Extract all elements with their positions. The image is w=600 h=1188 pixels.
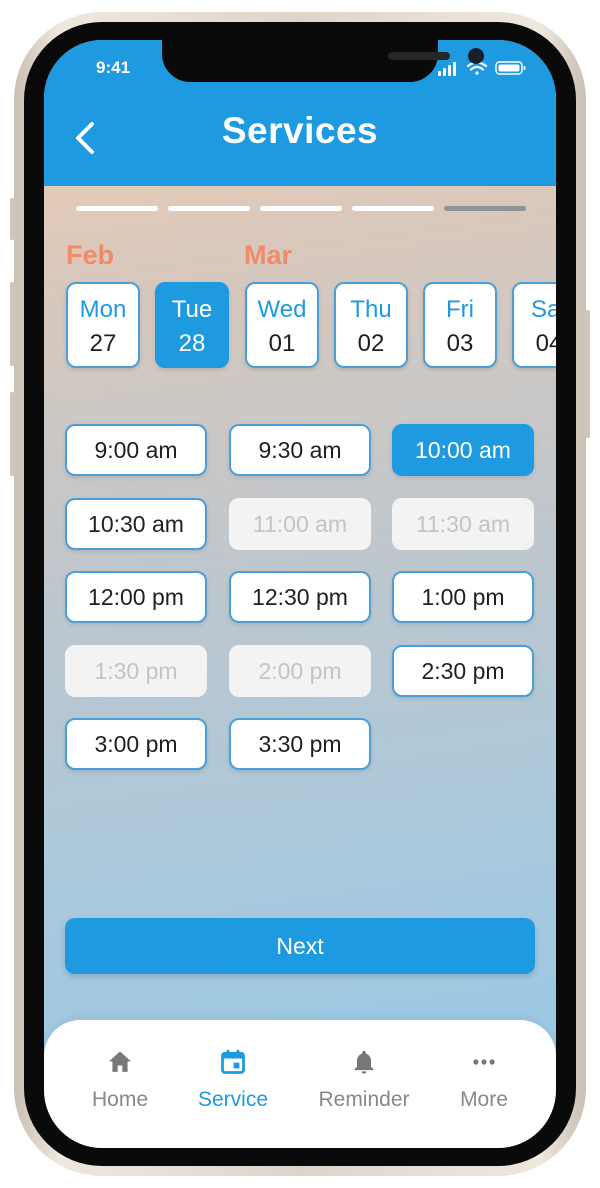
date-chip-mon-27[interactable]: Mon 27 — [66, 282, 140, 368]
date-chip-sat-04[interactable]: Sat 04 — [512, 282, 556, 368]
date-day-label: Thu — [350, 296, 392, 323]
progress-step-2 — [168, 206, 250, 211]
time-slot-1430[interactable]: 2:30 pm — [392, 645, 534, 697]
status-icons — [438, 61, 526, 76]
speaker-grille — [388, 52, 450, 60]
time-slot-0930[interactable]: 9:30 am — [229, 424, 371, 476]
time-slot-1130: 11:30 am — [392, 498, 534, 550]
date-day-label: Tue — [171, 296, 213, 323]
date-number: 01 — [268, 330, 296, 357]
date-chip-wed-01[interactable]: Wed 01 — [245, 282, 319, 368]
silent-switch — [10, 198, 16, 240]
next-button[interactable]: Next — [65, 918, 535, 974]
date-day-label: Sat — [530, 296, 556, 323]
time-slot-1200[interactable]: 12:00 pm — [65, 571, 207, 623]
signal-icon — [438, 62, 456, 76]
battery-icon — [495, 61, 526, 75]
progress-step-4 — [352, 206, 434, 211]
month-label-feb: Feb — [66, 240, 115, 270]
volume-up-button — [10, 282, 16, 366]
nav-item-service[interactable]: Service — [178, 1044, 288, 1124]
progress-step-1 — [76, 206, 158, 211]
step-progress — [76, 206, 526, 212]
nav-item-home[interactable]: Home — [65, 1044, 175, 1124]
date-number: 27 — [89, 330, 117, 357]
bottom-nav: Home Service Reminder More — [44, 1020, 556, 1148]
front-camera — [468, 48, 484, 64]
wifi-icon — [466, 61, 488, 75]
status-time: 9:41 — [96, 58, 131, 77]
date-chip-tue-28[interactable]: Tue 28 — [155, 282, 229, 368]
more-horizontal-icon — [473, 1059, 495, 1065]
progress-step-5 — [444, 206, 526, 211]
date-number: 02 — [357, 330, 385, 357]
progress-step-3 — [260, 206, 342, 211]
date-day-label: Fri — [446, 296, 474, 323]
date-number: 28 — [178, 330, 206, 357]
month-label-mar: Mar — [244, 240, 293, 270]
nav-item-more[interactable]: More — [429, 1044, 539, 1124]
date-chip-fri-03[interactable]: Fri 03 — [423, 282, 497, 368]
volume-down-button — [10, 392, 16, 476]
home-icon — [108, 1051, 132, 1072]
time-slot-1230[interactable]: 12:30 pm — [229, 571, 371, 623]
date-chip-thu-02[interactable]: Thu 02 — [334, 282, 408, 368]
time-slot-1530[interactable]: 3:30 pm — [229, 718, 371, 770]
power-button — [584, 310, 590, 438]
time-slot-0900[interactable]: 9:00 am — [65, 424, 207, 476]
app-screen: 9:41 Services Feb Mar Mon 27 Tue 28 Wed … — [44, 40, 556, 1148]
page-title: Services — [221, 110, 379, 151]
time-slot-1100: 11:00 am — [229, 498, 371, 550]
calendar-icon — [221, 1049, 245, 1074]
nav-label: Service — [197, 1088, 269, 1111]
date-number: 04 — [535, 330, 556, 357]
time-slot-1030[interactable]: 10:30 am — [65, 498, 207, 550]
nav-item-reminder[interactable]: Reminder — [309, 1044, 419, 1124]
notch — [162, 40, 484, 82]
bell-icon — [354, 1050, 374, 1074]
nav-label: More — [460, 1088, 508, 1111]
date-number: 03 — [446, 330, 474, 357]
time-slot-1330: 1:30 pm — [65, 645, 207, 697]
nav-label: Reminder — [318, 1088, 410, 1111]
time-slot-1400: 2:00 pm — [229, 645, 371, 697]
time-slot-1300[interactable]: 1:00 pm — [392, 571, 534, 623]
date-day-label: Mon — [79, 296, 127, 323]
time-slot-1000[interactable]: 10:00 am — [392, 424, 534, 476]
nav-label: Home — [91, 1088, 149, 1111]
date-day-label: Wed — [257, 296, 307, 323]
time-slot-1500[interactable]: 3:00 pm — [65, 718, 207, 770]
